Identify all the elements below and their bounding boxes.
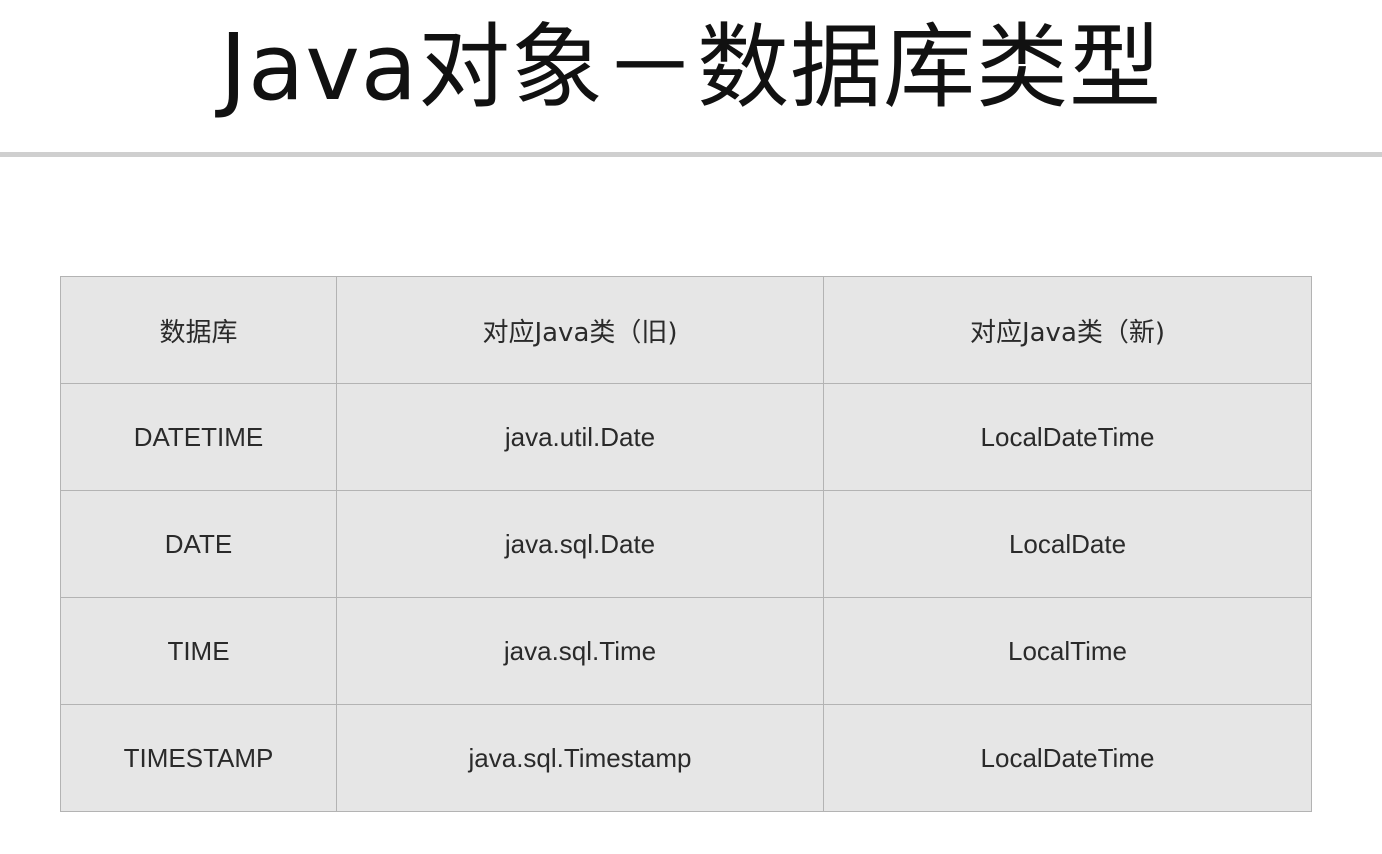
header-java-class-old: 对应Java类（旧): [336, 276, 824, 384]
cell-java-class-new: LocalDateTime: [823, 383, 1312, 491]
table-header-row: 数据库 对应Java类（旧) 对应Java类（新): [60, 276, 1312, 384]
table-row: TIMESTAMP java.sql.Timestamp LocalDateTi…: [60, 704, 1312, 812]
cell-database: DATE: [60, 490, 337, 598]
page-title: Java对象－数据库类型: [219, 14, 1163, 121]
type-mapping-table: 数据库 对应Java类（旧) 对应Java类（新) DATETIME java.…: [60, 276, 1312, 812]
cell-java-class-new: LocalTime: [823, 597, 1312, 705]
cell-database: TIME: [60, 597, 337, 705]
cell-java-class-new: LocalDateTime: [823, 704, 1312, 812]
cell-java-class-old: java.sql.Timestamp: [336, 704, 824, 812]
header-java-class-new: 对应Java类（新): [823, 276, 1312, 384]
table-row: DATE java.sql.Date LocalDate: [60, 490, 1312, 598]
cell-java-class-old: java.util.Date: [336, 383, 824, 491]
cell-java-class-old: java.sql.Date: [336, 490, 824, 598]
table-row: DATETIME java.util.Date LocalDateTime: [60, 383, 1312, 491]
cell-java-class-new: LocalDate: [823, 490, 1312, 598]
cell-java-class-old: java.sql.Time: [336, 597, 824, 705]
header-database: 数据库: [60, 276, 337, 384]
cell-database: TIMESTAMP: [60, 704, 337, 812]
cell-database: DATETIME: [60, 383, 337, 491]
table-row: TIME java.sql.Time LocalTime: [60, 597, 1312, 705]
type-mapping-table-container: 数据库 对应Java类（旧) 对应Java类（新) DATETIME java.…: [60, 276, 1312, 812]
title-divider: [0, 152, 1382, 157]
